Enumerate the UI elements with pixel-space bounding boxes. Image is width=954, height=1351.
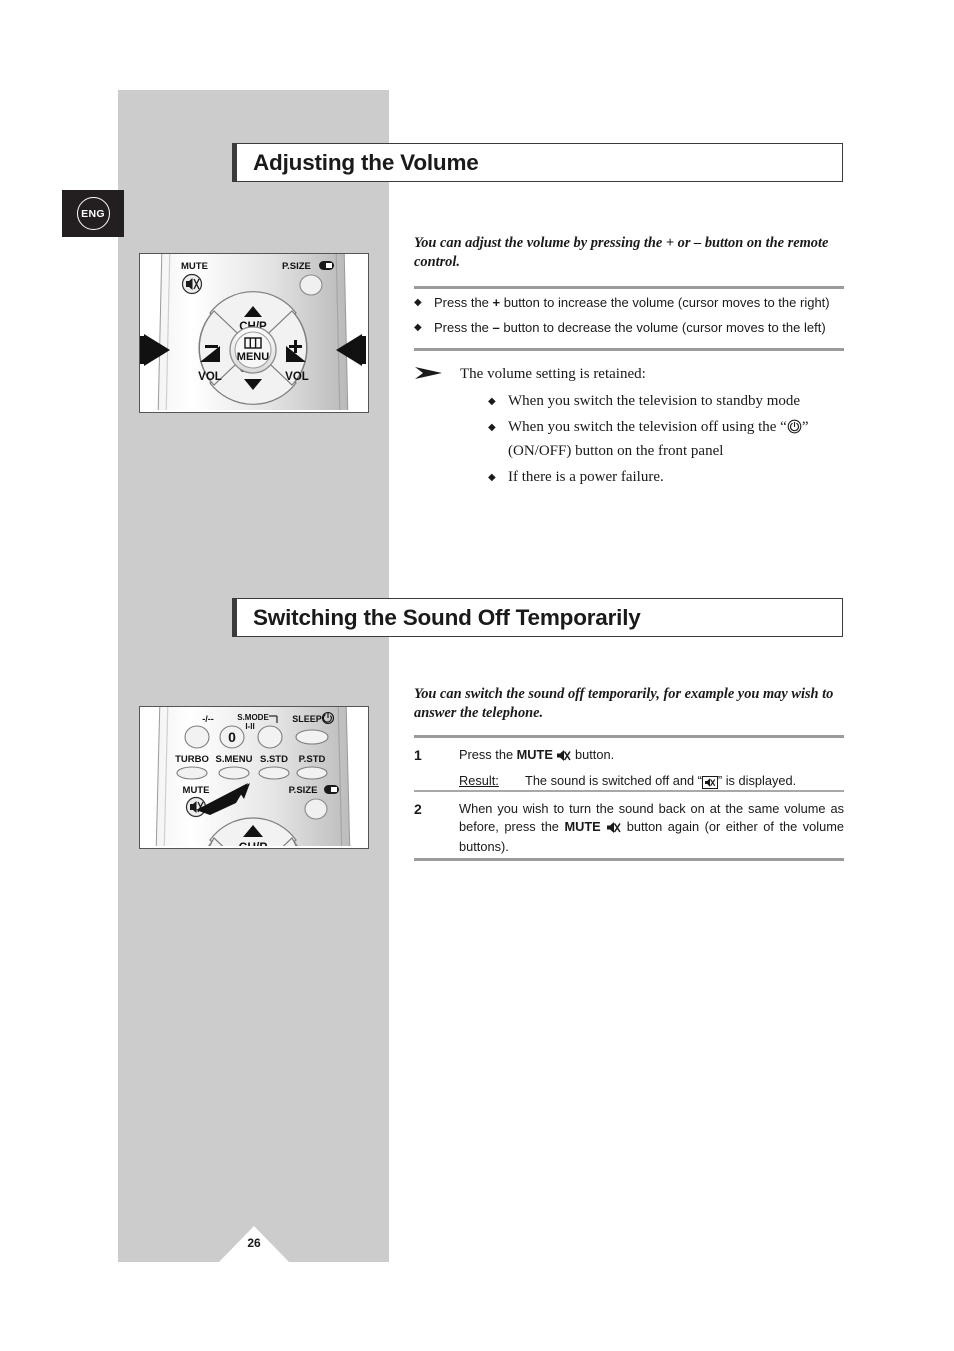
rule-bottom-1 (414, 348, 844, 351)
svg-text:VOL: VOL (198, 371, 222, 383)
diamond-bullet-icon: ◆ (414, 322, 422, 333)
svg-text:P.STD: P.STD (299, 754, 326, 765)
page-number: 26 (247, 1236, 261, 1250)
list-item: ◆ When you switch the television off usi… (488, 417, 844, 462)
step-text: Press the MUTE button. Result: The sound… (459, 746, 844, 789)
step-text: When you wish to turn the sound back on … (459, 801, 844, 854)
diamond-bullet-icon: ◆ (488, 422, 496, 433)
svg-text:CH/P: CH/P (239, 840, 268, 846)
list-item-text: When you switch the television off using… (508, 419, 809, 459)
list-item-text: Press the + button to increase the volum… (434, 295, 830, 310)
bullet-list-volume: ◆ Press the + button to increase the vol… (414, 294, 844, 344)
diamond-bullet-icon: ◆ (488, 396, 496, 407)
svg-text:0: 0 (228, 729, 236, 745)
rule-top-2 (414, 735, 844, 738)
result-label: Result: (459, 772, 499, 788)
list-item: ◆ When you switch the television to stan… (488, 391, 844, 412)
svg-text:MUTE: MUTE (183, 785, 210, 796)
step-result: Result: The sound is switched off and “”… (459, 772, 844, 790)
rule-top-1 (414, 286, 844, 289)
svg-text:MENU: MENU (237, 351, 269, 363)
rule-mid-2 (414, 790, 844, 792)
note-block-volume-retained: The volume setting is retained: ◆ When y… (414, 364, 844, 493)
step-list-2: 2 When you wish to turn the sound back o… (414, 800, 844, 856)
page-title: Adjusting the Volume (253, 149, 479, 175)
svg-text:P.SIZE: P.SIZE (282, 261, 311, 272)
svg-text:S.MODE: S.MODE (237, 713, 269, 722)
list-item: ◆ Press the – button to decrease the vol… (414, 319, 844, 336)
note-arrow-icon (414, 364, 460, 385)
svg-text:VOL: VOL (285, 371, 309, 383)
intro-text-adjusting-volume: You can adjust the volume by pressing th… (414, 235, 829, 270)
step-2: 2 When you wish to turn the sound back o… (414, 800, 844, 856)
list-item-text: If there is a power failure. (508, 469, 664, 485)
step-number: 2 (414, 801, 422, 817)
list-item-text: Press the – button to decrease the volum… (434, 320, 826, 335)
diamond-bullet-icon: ◆ (488, 472, 496, 483)
svg-text:I-II: I-II (245, 722, 254, 731)
intro-text-switching-sound-off: You can switch the sound off temporarily… (414, 686, 834, 721)
svg-text:P.SIZE: P.SIZE (289, 785, 318, 796)
remote-volume-diagram: MUTE P.SIZE CH/P CH/P VOL (139, 253, 369, 413)
section-heading-adjusting-volume: Adjusting the Volume (232, 143, 843, 182)
svg-text:-/--: -/-- (202, 714, 214, 724)
section-title: Switching the Sound Off Temporarily (253, 604, 641, 630)
result-text: The sound is switched off and “” is disp… (525, 772, 797, 789)
power-on-off-icon (787, 419, 802, 441)
list-item-text: When you switch the television to standb… (508, 393, 801, 409)
language-badge-label: ENG (76, 197, 110, 230)
list-item: ◆ Press the + button to increase the vol… (414, 294, 844, 311)
step-list: 1 Press the MUTE button. Result: The sou… (414, 746, 844, 789)
mute-icon (606, 821, 621, 839)
manual-page: ENG Adjusting the Volume You can adjust … (0, 0, 954, 1351)
list-item: ◆ If there is a power failure. (488, 467, 844, 488)
remote-mute-diagram: -/-- S.MODE I-II SLEEP 0 TURBO S.MENU S.… (139, 706, 369, 849)
mute-icon (556, 749, 572, 767)
language-badge: ENG (62, 190, 124, 237)
svg-text:S.MENU: S.MENU (216, 754, 253, 765)
note-title: The volume setting is retained: (460, 366, 646, 382)
step-1: 1 Press the MUTE button. Result: The sou… (414, 746, 844, 789)
mute-boxed-icon (701, 775, 718, 789)
rule-bottom-2 (414, 858, 844, 861)
step-number: 1 (414, 747, 422, 763)
svg-text:SLEEP: SLEEP (292, 714, 322, 724)
svg-text:S.STD: S.STD (260, 754, 288, 765)
section-heading-switching-sound-off: Switching the Sound Off Temporarily (232, 598, 843, 637)
diamond-bullet-icon: ◆ (414, 297, 422, 308)
svg-text:MUTE: MUTE (181, 261, 208, 272)
svg-text:TURBO: TURBO (175, 754, 209, 765)
